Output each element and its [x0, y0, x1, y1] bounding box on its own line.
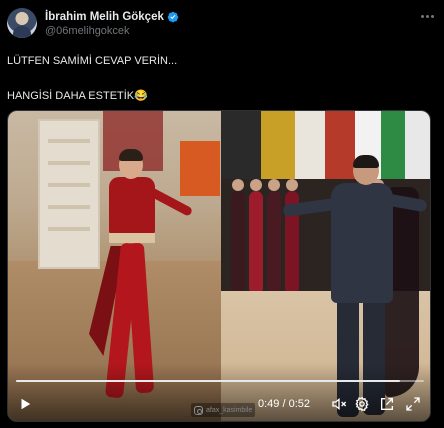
more-icon[interactable]: [418, 10, 436, 22]
author-display-name[interactable]: İbrahim Melih Gökçek: [45, 11, 164, 23]
gear-icon: [355, 396, 369, 412]
progress-bar[interactable]: [16, 380, 424, 382]
play-icon: [21, 398, 31, 410]
mute-button[interactable]: [330, 395, 348, 413]
volume-mute-icon: [332, 397, 347, 411]
avatar[interactable]: [7, 8, 37, 38]
tweet-text-line-2: HANGİSİ DAHA ESTETİK😂: [7, 90, 148, 102]
tweet-text: LÜTFEN SAMİMİ CEVAP VERİN... HANGİSİ DAH…: [7, 54, 427, 103]
author-handle[interactable]: @06melihgokcek: [45, 25, 130, 37]
picture-in-picture-icon: [381, 398, 393, 410]
fullscreen-icon: [406, 397, 420, 411]
video-player[interactable]: afax_kasimbile 0:49 / 0:52: [7, 110, 431, 422]
tweet: İbrahim Melih Gökçek @06melihgokcek LÜTF…: [0, 0, 444, 428]
fullscreen-button[interactable]: [404, 395, 422, 413]
play-button[interactable]: [16, 395, 34, 413]
video-time: 0:49 / 0:52: [258, 398, 310, 410]
tweet-text-line-1: LÜTFEN SAMİMİ CEVAP VERİN...: [7, 55, 178, 67]
settings-button[interactable]: [353, 395, 371, 413]
author-row: İbrahim Melih Gökçek: [45, 9, 179, 25]
progress-fill: [16, 380, 400, 382]
verified-badge-icon: [167, 11, 179, 23]
picture-in-picture-button[interactable]: [378, 395, 396, 413]
